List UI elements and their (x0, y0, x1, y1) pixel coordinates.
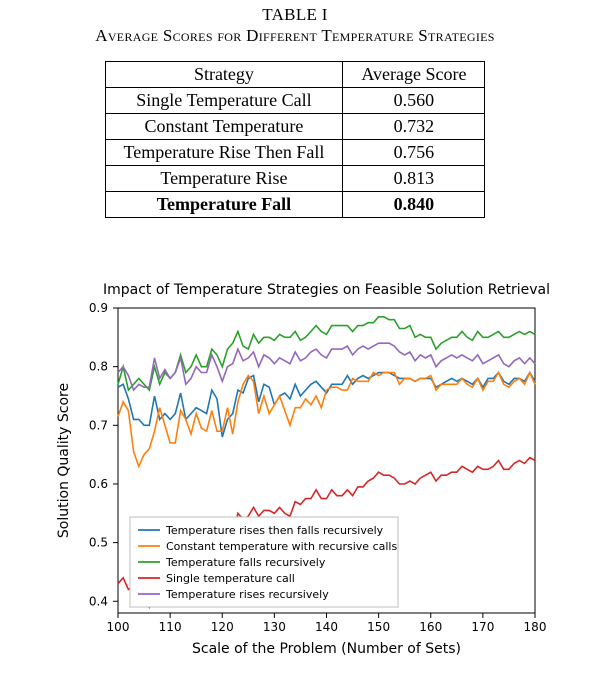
strategy-table: Strategy Average Score Single Temperatur… (105, 61, 486, 218)
table-caption: TABLE I Average Scores for Different Tem… (0, 4, 590, 47)
x-tick-label: 110 (159, 620, 182, 634)
x-tick-label: 130 (263, 620, 286, 634)
x-tick-label: 180 (524, 620, 547, 634)
y-tick-label: 0.9 (89, 301, 108, 315)
table-row: Temperature Fall0.840 (105, 191, 485, 217)
table-row: Temperature Rise0.813 (105, 165, 485, 191)
chart-title: Impact of Temperature Strategies on Feas… (103, 282, 550, 298)
table-row: Single Temperature Call0.560 (105, 87, 485, 113)
cell-strategy: Single Temperature Call (105, 87, 343, 113)
x-tick-label: 120 (211, 620, 234, 634)
legend-label: Single temperature call (166, 572, 295, 585)
legend-label: Temperature rises recursively (165, 588, 329, 601)
legend-label: Temperature rises then falls recursively (165, 524, 384, 537)
table-header-row: Strategy Average Score (105, 61, 485, 87)
x-axis-label: Scale of the Problem (Number of Sets) (192, 641, 461, 657)
series-line (118, 372, 535, 466)
table-caption-line1: TABLE I (0, 4, 590, 25)
chart-container: Impact of Temperature Strategies on Feas… (0, 278, 590, 668)
y-tick-label: 0.4 (89, 594, 108, 608)
line-chart: Impact of Temperature Strategies on Feas… (40, 278, 550, 668)
cell-score: 0.840 (343, 191, 485, 217)
legend-label: Temperature falls recursively (165, 556, 326, 569)
x-tick-label: 160 (419, 620, 442, 634)
y-tick-label: 0.8 (89, 359, 108, 373)
y-tick-label: 0.6 (89, 476, 108, 490)
table-row: Constant Temperature0.732 (105, 113, 485, 139)
y-tick-label: 0.7 (89, 418, 108, 432)
page: TABLE I Average Scores for Different Tem… (0, 4, 590, 690)
table-caption-line2: Average Scores for Different Temperature… (0, 25, 590, 46)
cell-strategy: Temperature Rise Then Fall (105, 139, 343, 165)
y-tick-label: 0.5 (89, 535, 108, 549)
cell-strategy: Temperature Fall (105, 191, 343, 217)
col-header-strategy: Strategy (105, 61, 343, 87)
series-line (118, 372, 535, 437)
cell-strategy: Temperature Rise (105, 165, 343, 191)
legend-label: Constant temperature with recursive call… (166, 540, 397, 553)
x-tick-label: 100 (107, 620, 130, 634)
cell-score: 0.732 (343, 113, 485, 139)
table-row: Temperature Rise Then Fall0.756 (105, 139, 485, 165)
col-header-score: Average Score (343, 61, 485, 87)
cell-score: 0.560 (343, 87, 485, 113)
x-tick-label: 170 (471, 620, 494, 634)
x-tick-label: 150 (367, 620, 390, 634)
cell-strategy: Constant Temperature (105, 113, 343, 139)
x-tick-label: 140 (315, 620, 338, 634)
cell-score: 0.813 (343, 165, 485, 191)
cell-score: 0.756 (343, 139, 485, 165)
series-line (118, 316, 535, 389)
y-axis-label: Solution Quality Score (56, 382, 72, 537)
